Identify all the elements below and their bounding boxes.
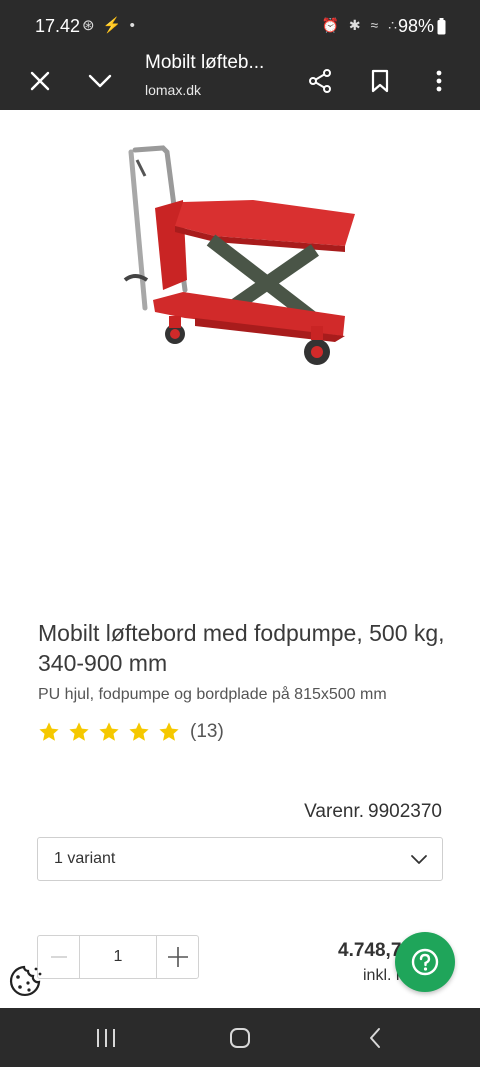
chevron-down-icon xyxy=(88,74,112,88)
question-icon xyxy=(411,948,439,976)
quantity-stepper: 1 xyxy=(37,935,199,979)
status-system-icons: ⏰ ✱ ≈ ∴ xyxy=(321,17,400,33)
more-options-button[interactable] xyxy=(418,60,460,102)
bookmark-button[interactable] xyxy=(359,60,401,102)
star-icon xyxy=(69,722,89,741)
recent-apps-button[interactable] xyxy=(91,1026,121,1050)
battery-level: 98% xyxy=(397,16,434,36)
close-icon xyxy=(30,71,50,91)
star-icon xyxy=(39,722,59,741)
chevron-down-icon xyxy=(411,855,427,864)
status-notification-icons: ⊛ ⚡ • xyxy=(82,17,137,34)
quantity-input[interactable]: 1 xyxy=(79,936,157,978)
page-title: Mobilt løfteb... xyxy=(145,52,265,73)
share-icon xyxy=(309,69,331,93)
minus-icon xyxy=(50,956,67,958)
star-icon xyxy=(99,722,119,741)
recent-apps-icon xyxy=(97,1029,115,1047)
system-navigation-bar xyxy=(0,1008,480,1067)
bookmark-icon xyxy=(371,69,389,93)
minimize-button[interactable] xyxy=(79,60,121,102)
variant-select[interactable]: 1 variant xyxy=(37,837,443,881)
browser-toolbar: Mobilt løfteb... lomax.dk xyxy=(0,52,480,110)
home-button[interactable] xyxy=(225,1026,255,1050)
sku-label: Varenr. xyxy=(304,801,365,822)
sku: Varenr. 9902370 xyxy=(304,801,442,823)
more-vert-icon xyxy=(436,70,442,92)
product-subtitle: PU hjul, fodpumpe og bordplade på 815x50… xyxy=(38,686,387,703)
product-price: 4.748,7 xyxy=(338,940,402,961)
battery-icon xyxy=(437,18,446,35)
increase-quantity-button[interactable] xyxy=(157,936,198,978)
star-icon xyxy=(129,722,149,741)
share-button[interactable] xyxy=(299,60,341,102)
plus-icon xyxy=(167,947,188,967)
status-bar: 17.42 ⊛ ⚡ • ⏰ ✱ ≈ ∴ 98% xyxy=(0,0,480,52)
variant-select-value: 1 variant xyxy=(54,850,116,867)
product-rating[interactable]: (13) xyxy=(38,721,224,743)
close-button[interactable] xyxy=(19,60,61,102)
sku-value: 9902370 xyxy=(368,801,442,822)
decrease-quantity-button[interactable] xyxy=(38,936,79,978)
star-icon xyxy=(159,722,179,741)
page-url: lomax.dk xyxy=(145,82,202,98)
cookie-icon xyxy=(9,965,42,997)
cookie-settings-button[interactable] xyxy=(7,963,43,999)
home-icon xyxy=(230,1028,250,1048)
back-icon xyxy=(370,1028,380,1048)
product-image[interactable] xyxy=(115,140,365,380)
product-title: Mobilt løftebord med fodpumpe, 500 kg, 3… xyxy=(38,620,445,676)
help-button[interactable] xyxy=(395,932,455,992)
back-button[interactable] xyxy=(360,1026,390,1050)
rating-count[interactable]: (13) xyxy=(190,721,224,743)
status-time: 17.42 xyxy=(35,16,81,36)
